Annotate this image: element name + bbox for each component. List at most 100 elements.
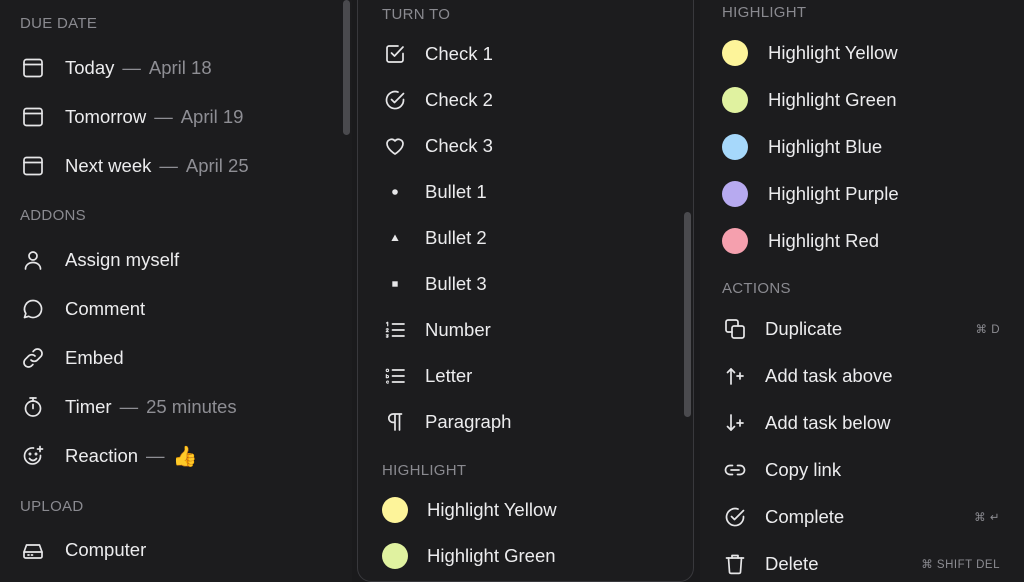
right-highlight-blue[interactable]: Highlight Blue [722, 127, 882, 167]
highlight-label: Highlight Blue [768, 136, 883, 157]
calendar-icon [20, 104, 46, 130]
timer-duration: 25 minutes [146, 396, 237, 417]
action-add-task-below[interactable]: Add task below [722, 403, 890, 443]
smiley-add-icon [20, 443, 46, 469]
turn-check-2[interactable]: Check 2 [382, 80, 493, 120]
turn-label: Bullet 1 [425, 181, 487, 202]
turn-bullet-2[interactable]: Bullet 2 [382, 218, 487, 258]
checkbox-icon [382, 41, 408, 67]
highlight-label: Highlight Red [768, 230, 880, 251]
dash: — [119, 396, 139, 417]
action-duplicate[interactable]: Duplicate ⌘ D [722, 309, 1022, 349]
highlight-label: Highlight Purple [768, 183, 899, 204]
action-add-task-above[interactable]: Add task above [722, 356, 893, 396]
addon-reaction[interactable]: Reaction — 👍 [20, 436, 197, 476]
thumbs-up-emoji: 👍 [172, 445, 198, 468]
addon-label: Assign myself [65, 249, 180, 270]
highlight-actions-panel: HIGHLIGHT Highlight Yellow Highlight Gre… [700, 0, 1024, 582]
turn-label: Number [425, 319, 491, 340]
upload-label: Computer [65, 539, 147, 560]
due-next-week-item[interactable]: Next week — April 25 [20, 146, 249, 186]
turn-label: Check 2 [425, 89, 493, 110]
arrow-up-plus-icon [722, 363, 748, 389]
dash: — [146, 445, 165, 466]
dash: — [122, 57, 141, 78]
lettered-list-icon [382, 363, 408, 389]
action-label: Add task below [765, 412, 891, 433]
due-date-value: April 18 [148, 57, 212, 78]
highlight-label: Highlight Green [427, 545, 556, 566]
turn-paragraph[interactable]: Paragraph [382, 402, 511, 442]
turn-letter[interactable]: Letter [382, 356, 472, 396]
addon-label: Comment [65, 298, 146, 319]
check-circle-icon [722, 504, 748, 530]
duplicate-icon [722, 316, 748, 342]
action-label: Add task above [765, 365, 893, 386]
turn-label: Letter [425, 365, 473, 386]
left-scrollbar[interactable] [343, 0, 350, 135]
action-delete[interactable]: Delete ⌘ SHIFT DEL [722, 544, 1022, 582]
action-label: Duplicate [765, 318, 843, 339]
addons-header: ADDONS [20, 207, 86, 224]
upload-computer[interactable]: Computer [20, 530, 146, 570]
complete-shortcut: ⌘ ↵ [974, 512, 1000, 524]
calendar-icon [20, 153, 46, 179]
pilcrow-icon [382, 409, 408, 435]
addon-assign-myself[interactable]: Assign myself [20, 240, 179, 280]
addon-embed[interactable]: Embed [20, 338, 124, 378]
middle-highlight-yellow[interactable]: Highlight Yellow [382, 490, 557, 530]
action-complete[interactable]: Complete ⌘ ↵ [722, 497, 1022, 537]
stopwatch-icon [20, 394, 46, 420]
action-copy-link[interactable]: Copy link [722, 450, 841, 490]
right-highlight-green[interactable]: Highlight Green [722, 80, 897, 120]
middle-highlight-green[interactable]: Highlight Green [382, 536, 556, 576]
action-label: Delete [765, 553, 819, 574]
turn-to-panel: TURN TO Check 1 Check 2 Check 3 Bullet 1… [357, 0, 694, 582]
heart-icon [382, 133, 408, 159]
delete-shortcut: ⌘ SHIFT DEL [921, 559, 1000, 571]
turn-to-header: TURN TO [382, 6, 451, 23]
right-highlight-purple[interactable]: Highlight Purple [722, 174, 899, 214]
turn-number[interactable]: Number [382, 310, 491, 350]
actions-header: ACTIONS [722, 280, 791, 297]
turn-check-1[interactable]: Check 1 [382, 34, 493, 74]
person-icon [20, 247, 46, 273]
middle-highlight-header: HIGHLIGHT [382, 462, 467, 479]
due-label: Next week [65, 155, 152, 176]
due-date-value: April 19 [180, 106, 244, 127]
due-addons-panel: DUE DATE Today — April 18 Tomorrow — Apr… [0, 0, 352, 582]
due-tomorrow-item[interactable]: Tomorrow — April 19 [20, 97, 243, 137]
turn-check-3[interactable]: Check 3 [382, 126, 493, 166]
bullet-circle-icon [382, 179, 408, 205]
upload-header: UPLOAD [20, 498, 84, 515]
trash-icon [722, 551, 748, 577]
action-label: Complete [765, 506, 845, 527]
addon-label: Embed [65, 347, 124, 368]
right-highlight-red[interactable]: Highlight Red [722, 221, 879, 261]
link-icon [722, 457, 748, 483]
dash: — [154, 106, 173, 127]
dash: — [159, 155, 178, 176]
turn-bullet-3[interactable]: Bullet 3 [382, 264, 487, 304]
right-highlight-yellow[interactable]: Highlight Yellow [722, 33, 898, 73]
bullet-square-icon [382, 271, 408, 297]
yellow-swatch [722, 40, 748, 66]
middle-scrollbar[interactable] [684, 212, 691, 417]
comment-icon [20, 296, 46, 322]
due-today-item[interactable]: Today — April 18 [20, 48, 212, 88]
highlight-label: Highlight Yellow [427, 499, 557, 520]
turn-label: Check 1 [425, 43, 493, 64]
action-label: Copy link [765, 459, 842, 480]
arrow-down-plus-icon [722, 410, 748, 436]
due-label: Tomorrow [65, 106, 147, 127]
turn-bullet-1[interactable]: Bullet 1 [382, 172, 487, 212]
addon-label: Timer [65, 396, 112, 417]
duplicate-shortcut: ⌘ D [975, 324, 1000, 336]
addon-comment[interactable]: Comment [20, 289, 145, 329]
right-highlight-header: HIGHLIGHT [722, 4, 807, 21]
highlight-label: Highlight Green [768, 89, 897, 110]
bullet-triangle-icon [382, 225, 408, 251]
yellow-swatch [382, 497, 408, 523]
due-date-header: DUE DATE [20, 15, 98, 32]
addon-timer[interactable]: Timer — 25 minutes [20, 387, 237, 427]
